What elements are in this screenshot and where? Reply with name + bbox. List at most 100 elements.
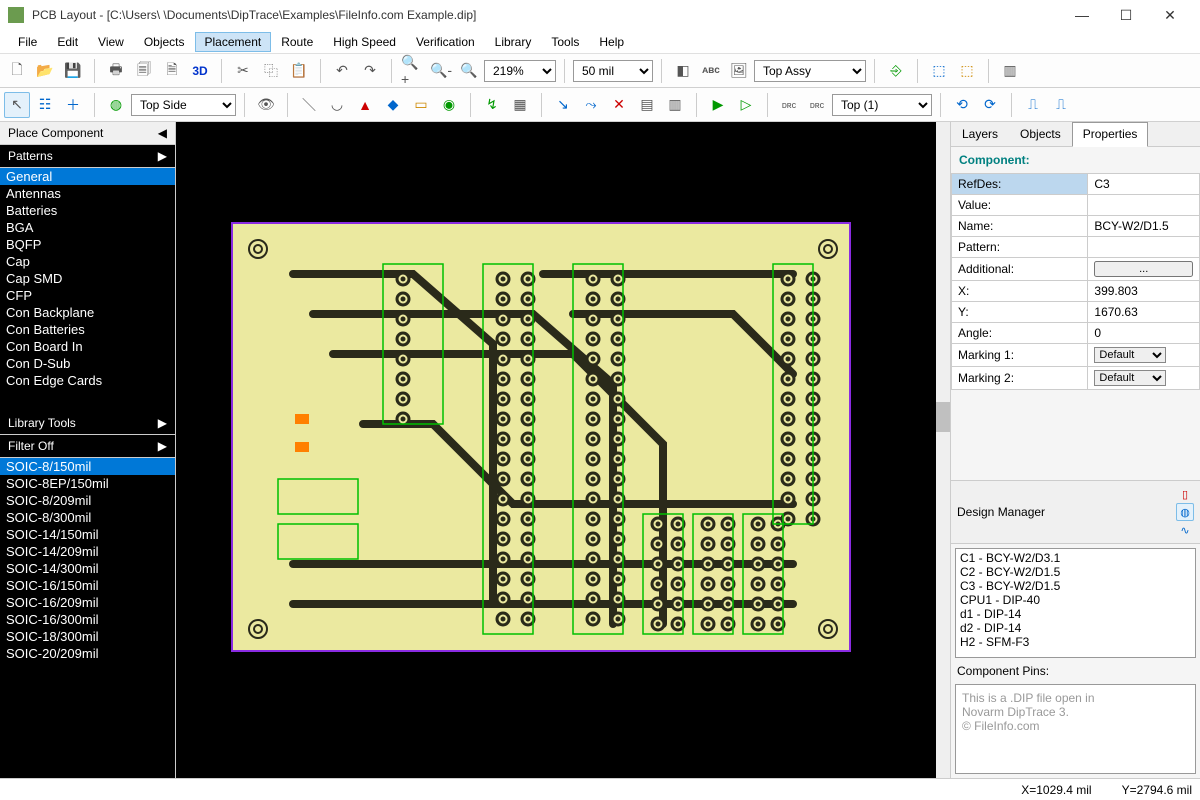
tool-g-icon[interactable]: ✕ xyxy=(606,92,632,118)
design-item[interactable]: C1 - BCY-W2/D3.1 xyxy=(958,551,1193,565)
tool-d-icon[interactable]: ▥ xyxy=(997,58,1023,84)
category-item[interactable]: CFP xyxy=(0,287,175,304)
measure-icon[interactable]: ☷ xyxy=(32,92,58,118)
run-icon[interactable]: ▶ xyxy=(705,92,731,118)
copy-icon[interactable]: ⿻ xyxy=(258,58,284,84)
prop-value[interactable]: Default xyxy=(1088,344,1200,367)
component-item[interactable]: SOIC-14/300mil xyxy=(0,560,175,577)
pad-icon[interactable]: ▭ xyxy=(408,92,434,118)
menu-objects[interactable]: Objects xyxy=(134,32,195,52)
text-icon[interactable]: ᴀʙᴄ xyxy=(698,58,724,84)
prop-value[interactable] xyxy=(1088,195,1200,216)
close-button[interactable]: ✕ xyxy=(1148,1,1192,29)
arc-icon[interactable]: ◡ xyxy=(324,92,350,118)
category-item[interactable]: Batteries xyxy=(0,202,175,219)
tool-a-icon[interactable]: ⎆ xyxy=(883,58,909,84)
display-layer-select[interactable]: Top Assy xyxy=(754,60,866,82)
library-tools-header[interactable]: Library Tools▶ xyxy=(0,412,175,435)
shape-icon[interactable]: ▲ xyxy=(352,92,378,118)
tool-h-icon[interactable]: ▤ xyxy=(634,92,660,118)
menu-library[interactable]: Library xyxy=(485,32,542,52)
layer-icon[interactable]: ◧ xyxy=(670,58,696,84)
component-icon[interactable]: ◍ xyxy=(103,92,129,118)
prop-value[interactable]: 399.803 xyxy=(1088,281,1200,302)
menu-high-speed[interactable]: High Speed xyxy=(323,32,406,52)
menu-placement[interactable]: Placement xyxy=(195,32,272,52)
design-item[interactable]: C3 - BCY-W2/D1.5 xyxy=(958,579,1193,593)
tab-layers[interactable]: Layers xyxy=(951,122,1009,146)
component-item[interactable]: SOIC-8/209mil xyxy=(0,492,175,509)
design-item[interactable]: C2 - BCY-W2/D1.5 xyxy=(958,565,1193,579)
dm-icon-2[interactable]: ◍ xyxy=(1176,503,1194,521)
print-icon[interactable]: 🖶 xyxy=(103,58,129,84)
cut-icon[interactable]: ✂ xyxy=(230,58,256,84)
3d-view-button[interactable]: 3D xyxy=(187,58,213,84)
tool-c-icon[interactable]: ⬚ xyxy=(954,58,980,84)
preview-icon[interactable]: 🗐 xyxy=(131,58,157,84)
filter-header[interactable]: Filter Off▶ xyxy=(0,435,175,458)
origin-icon[interactable]: ＋ xyxy=(60,92,86,118)
menu-route[interactable]: Route xyxy=(271,32,323,52)
tab-objects[interactable]: Objects xyxy=(1009,122,1072,146)
grid-select[interactable]: 50 mil xyxy=(573,60,653,82)
component-list[interactable]: SOIC-8/150milSOIC-8EP/150milSOIC-8/209mi… xyxy=(0,458,175,778)
menu-view[interactable]: View xyxy=(88,32,134,52)
expand-icon[interactable]: ▶ xyxy=(158,149,167,163)
prop-value[interactable]: 0 xyxy=(1088,323,1200,344)
design-item[interactable]: d1 - DIP-14 xyxy=(958,607,1193,621)
dm-icon-1[interactable]: ▯ xyxy=(1176,485,1194,503)
save-file-icon[interactable]: 💾 xyxy=(60,58,86,84)
component-item[interactable]: SOIC-8/300mil xyxy=(0,509,175,526)
run-alt-icon[interactable]: ▷ xyxy=(733,92,759,118)
component-item[interactable]: SOIC-16/209mil xyxy=(0,594,175,611)
prop-value[interactable]: Default xyxy=(1088,367,1200,390)
pointer-icon[interactable]: ↖ xyxy=(4,92,30,118)
menu-verification[interactable]: Verification xyxy=(406,32,485,52)
zoom-select[interactable]: 219% xyxy=(484,60,556,82)
via-icon[interactable]: ◉ xyxy=(436,92,462,118)
layer-select[interactable]: Top (1) xyxy=(832,94,932,116)
prop-dropdown[interactable]: Default xyxy=(1094,370,1166,386)
prop-value[interactable]: BCY-W2/D1.5 xyxy=(1088,216,1200,237)
tool-e-icon[interactable]: ↘ xyxy=(550,92,576,118)
category-item[interactable]: BGA xyxy=(0,219,175,236)
zoom-in-icon[interactable]: 🔍+ xyxy=(400,58,426,84)
new-file-icon[interactable]: 🗋 xyxy=(4,58,30,84)
component-item[interactable]: SOIC-8EP/150mil xyxy=(0,475,175,492)
shape2-icon[interactable]: ◆ xyxy=(380,92,406,118)
prop-value[interactable]: ... xyxy=(1088,258,1200,281)
dm-icon-3[interactable]: ∿ xyxy=(1176,521,1194,539)
place-component-header[interactable]: Place Component◀ xyxy=(0,122,175,145)
category-item[interactable]: Cap xyxy=(0,253,175,270)
prop-more-button[interactable]: ... xyxy=(1094,261,1193,277)
pcb-board[interactable] xyxy=(231,222,851,652)
collapse-left-icon[interactable]: ◀ xyxy=(158,126,167,140)
document-icon[interactable]: 🗎 xyxy=(159,58,185,84)
side-select[interactable]: Top Side xyxy=(131,94,236,116)
tool-b-icon[interactable]: ⬚ xyxy=(926,58,952,84)
category-item[interactable]: Cap SMD xyxy=(0,270,175,287)
image-icon[interactable]: 🖼 xyxy=(726,58,752,84)
menu-tools[interactable]: Tools xyxy=(541,32,589,52)
undo-icon[interactable]: ↶ xyxy=(329,58,355,84)
prop-value[interactable]: C3 xyxy=(1088,174,1200,195)
redo-icon[interactable]: ↷ xyxy=(357,58,383,84)
tool-f-icon[interactable]: ⤳ xyxy=(578,92,604,118)
route-icon[interactable]: ↯ xyxy=(479,92,505,118)
menu-edit[interactable]: Edit xyxy=(47,32,88,52)
design-item[interactable]: d2 - DIP-14 xyxy=(958,621,1193,635)
category-item[interactable]: Con Board In xyxy=(0,338,175,355)
component-item[interactable]: SOIC-14/150mil xyxy=(0,526,175,543)
design-item[interactable]: H2 - SFM-F3 xyxy=(958,635,1193,649)
design-item[interactable]: CPU1 - DIP-40 xyxy=(958,593,1193,607)
expand-icon[interactable]: ▶ xyxy=(158,416,167,430)
scrollbar-thumb[interactable] xyxy=(936,402,950,432)
category-item[interactable]: Con D-Sub xyxy=(0,355,175,372)
menu-file[interactable]: File xyxy=(8,32,47,52)
paste-icon[interactable]: 📋 xyxy=(286,58,312,84)
wave-icon[interactable]: ⎍ xyxy=(1020,92,1046,118)
category-item[interactable]: General xyxy=(0,168,175,185)
maximize-button[interactable]: ☐ xyxy=(1104,1,1148,29)
design-list[interactable]: C1 - BCY-W2/D3.1C2 - BCY-W2/D1.5C3 - BCY… xyxy=(955,548,1196,658)
find-icon[interactable]: 👁 xyxy=(253,92,279,118)
